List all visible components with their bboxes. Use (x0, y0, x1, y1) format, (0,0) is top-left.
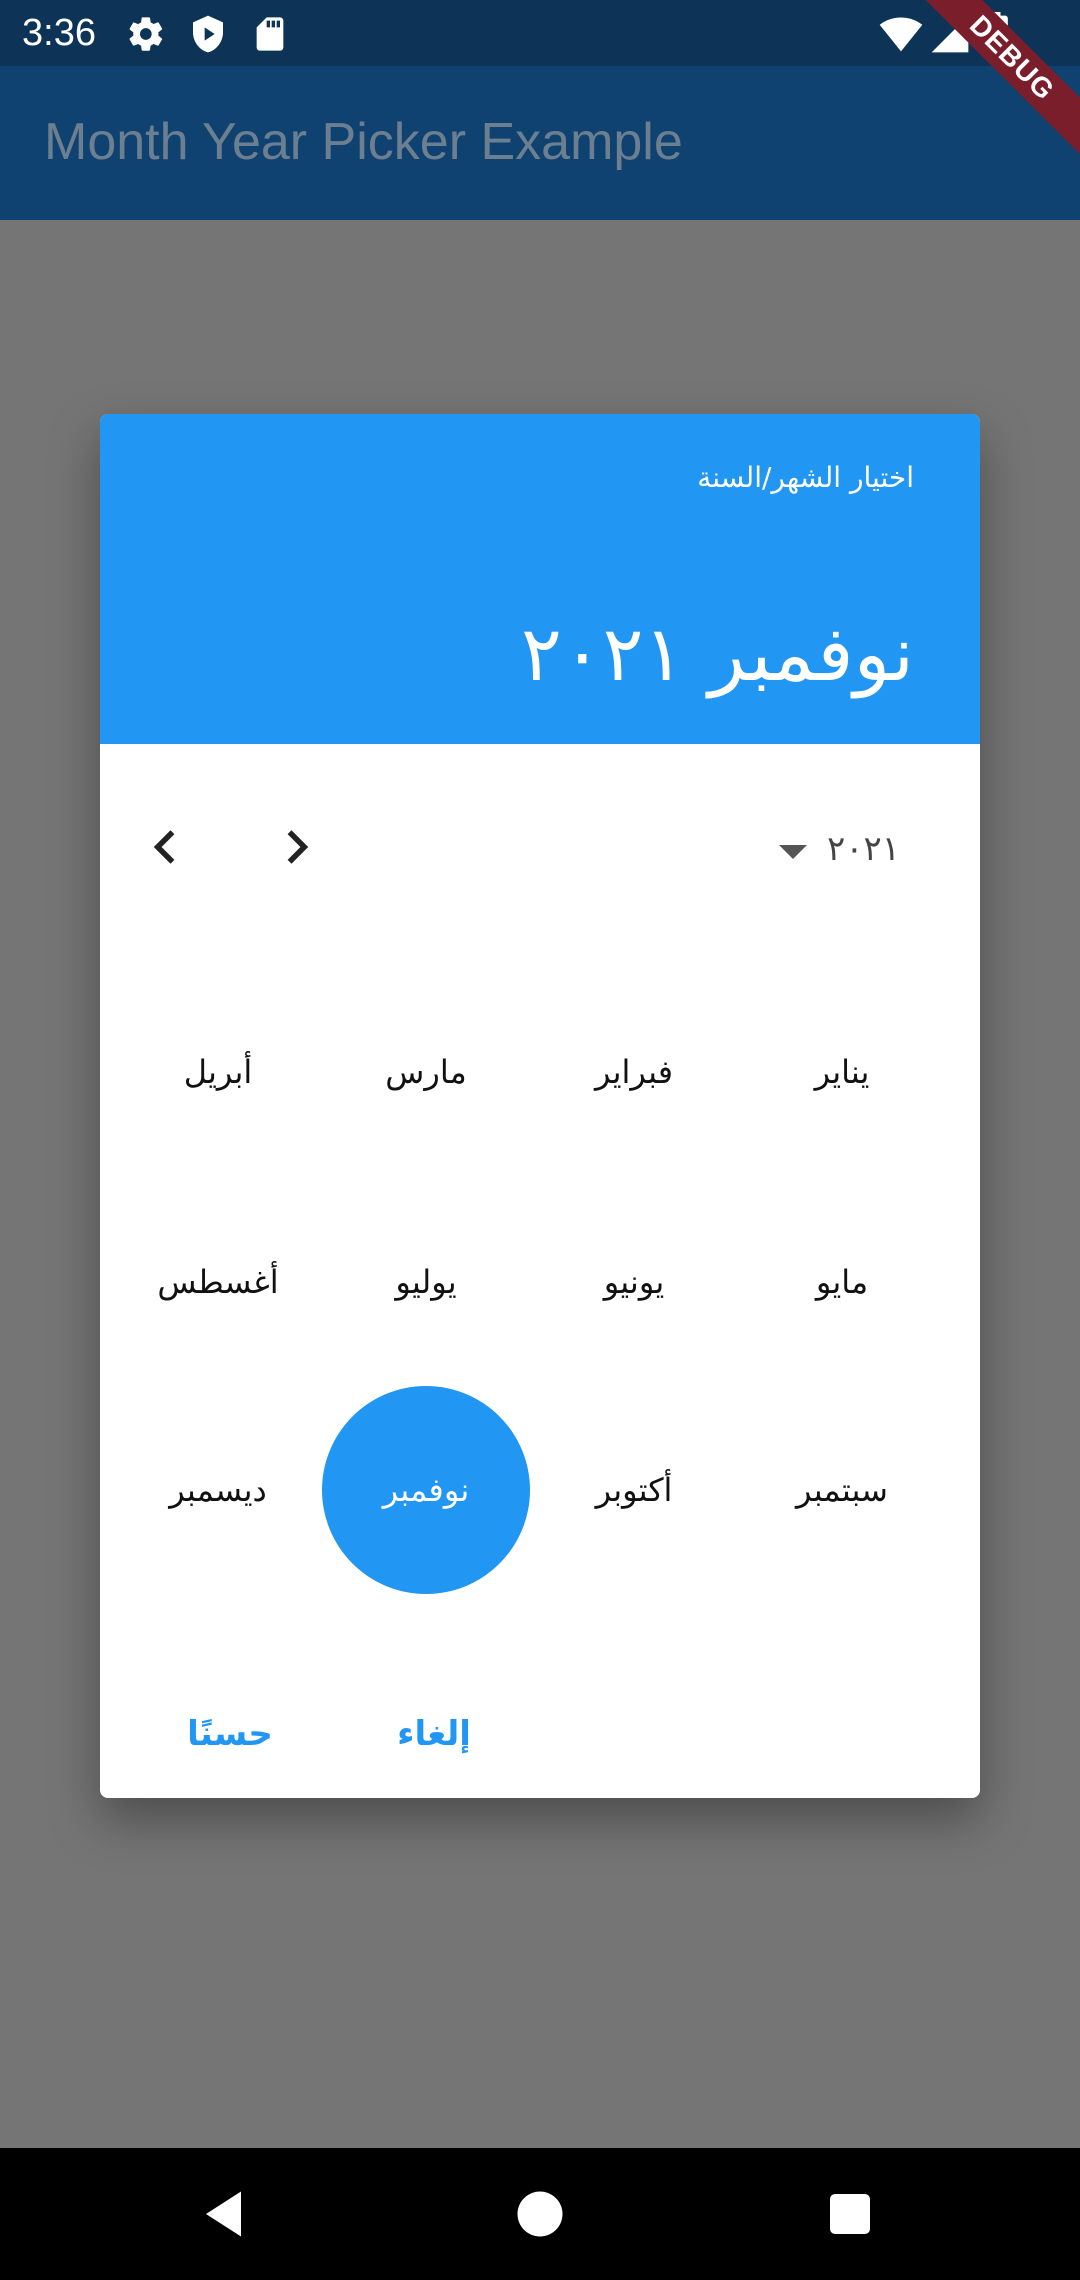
month-cell[interactable]: أغسطس (114, 1178, 322, 1386)
home-icon[interactable] (510, 2184, 570, 2244)
month-cell[interactable]: يوليو (322, 1178, 530, 1386)
screen: 3:36 Month Year Picker Example DEBUG اخت… (0, 0, 1080, 2280)
month-cell[interactable]: مارس (322, 968, 530, 1176)
status-bar: 3:36 (0, 0, 1080, 66)
wifi-icon (878, 12, 924, 56)
battery-icon (980, 12, 1010, 56)
chevron-right-icon (275, 825, 319, 873)
month-cell[interactable]: ديسمبر (114, 1386, 322, 1594)
app-title: Month Year Picker Example (44, 113, 683, 171)
dialog-subtitle: اختيار الشهر/السنة (697, 461, 914, 494)
month-cell[interactable]: يونيو (530, 1178, 738, 1386)
back-icon[interactable] (196, 2184, 256, 2244)
settings-icon (126, 14, 166, 54)
month-cell[interactable]: نوفمبر (322, 1386, 530, 1594)
app-bar: Month Year Picker Example (0, 66, 1080, 220)
signal-icon (928, 12, 972, 56)
recents-icon[interactable] (820, 2184, 880, 2244)
month-cell[interactable]: سبتمبر (738, 1386, 946, 1594)
dropdown-arrow-icon (778, 845, 807, 859)
year-dropdown-value: ٢٠٢١ (826, 829, 900, 869)
month-cell[interactable]: فبراير (530, 968, 738, 1176)
system-navigation-bar (0, 2148, 1080, 2280)
cancel-button[interactable]: إلغاء (364, 1694, 504, 1774)
chevron-left-icon (143, 825, 187, 873)
month-cell[interactable]: أبريل (114, 968, 322, 1176)
ok-button-label: حسنًا (187, 1714, 273, 1754)
sd-card-icon (250, 14, 290, 54)
dialog-header: اختيار الشهر/السنة نوفمبر ٢٠٢١ (100, 414, 980, 744)
cancel-button-label: إلغاء (397, 1714, 471, 1754)
status-time: 3:36 (22, 12, 96, 54)
year-dropdown[interactable]: ٢٠٢١ (778, 814, 900, 884)
previous-year-button[interactable] (130, 814, 200, 884)
month-cell[interactable]: أكتوبر (530, 1386, 738, 1594)
next-year-button[interactable] (262, 814, 332, 884)
ok-button[interactable]: حسنًا (160, 1694, 300, 1774)
month-cell[interactable]: يناير (738, 968, 946, 1176)
selected-date-display: نوفمبر ٢٠٢١ (521, 609, 914, 698)
play-protect-icon (188, 14, 228, 54)
month-cell[interactable]: مايو (738, 1178, 946, 1386)
month-year-picker-dialog: اختيار الشهر/السنة نوفمبر ٢٠٢١ ٢٠٢١ يناي… (100, 414, 980, 1798)
